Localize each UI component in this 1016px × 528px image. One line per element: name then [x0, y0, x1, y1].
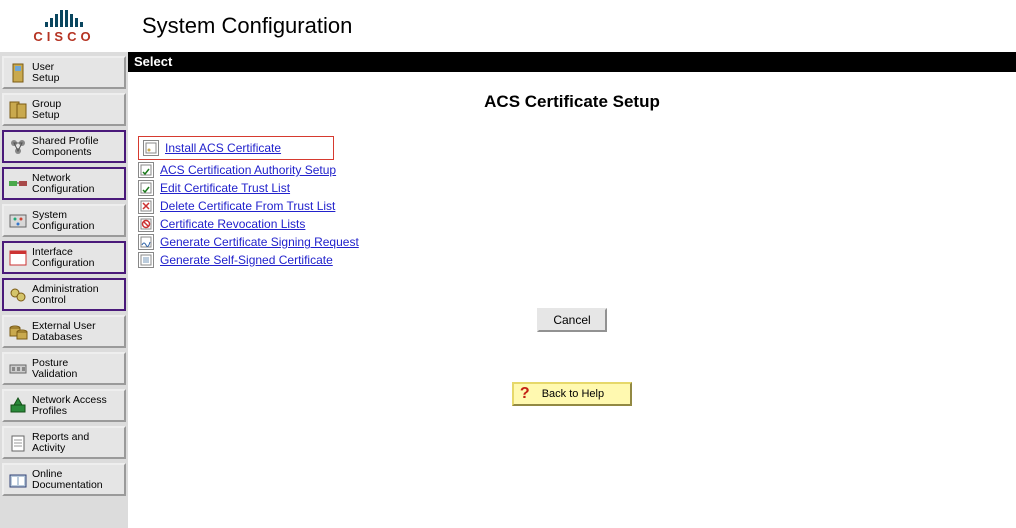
sidebar-item-profiles[interactable]: Network Access Profiles — [2, 389, 126, 422]
sidebar-item-docs[interactable]: Online Documentation — [2, 463, 126, 496]
sidebar-item-label: Interface Configuration — [32, 247, 124, 269]
cert-link[interactable]: Install ACS Certificate — [165, 141, 281, 155]
user-icon — [4, 58, 32, 87]
cert-link-list: Install ACS Certificate ACS Certification… — [138, 136, 1016, 268]
cert-link[interactable]: Delete Certificate From Trust List — [160, 199, 335, 213]
cert-link[interactable]: Generate Certificate Signing Request — [160, 235, 359, 249]
sidebar-item-label: Administration Control — [32, 284, 124, 306]
shared-icon — [4, 132, 32, 161]
sidebar-item-reports[interactable]: Reports and Activity — [2, 426, 126, 459]
cert-link-row: Install ACS Certificate — [138, 136, 334, 160]
self-icon — [138, 252, 154, 268]
select-bar: Select — [128, 52, 1016, 72]
system-icon — [4, 206, 32, 235]
admin-icon — [4, 280, 32, 309]
sidebar-item-user[interactable]: User Setup — [2, 56, 126, 89]
sign-icon — [138, 234, 154, 250]
network-icon — [4, 169, 32, 198]
back-to-help-label: Back to Help — [542, 388, 604, 400]
sidebar-item-admin[interactable]: Administration Control — [2, 278, 126, 311]
cert-link[interactable]: Certificate Revocation Lists — [160, 217, 305, 231]
interface-icon — [4, 243, 32, 272]
sidebar-item-interface[interactable]: Interface Configuration — [2, 241, 126, 274]
cert-link-row: ACS Certification Authority Setup — [138, 162, 1016, 178]
sidebar-item-label: Network Access Profiles — [32, 395, 124, 417]
cert-link-row: Delete Certificate From Trust List — [138, 198, 1016, 214]
posture-icon — [4, 354, 32, 383]
cancel-button[interactable]: Cancel — [537, 308, 606, 332]
revoke-icon — [138, 216, 154, 232]
question-mark-icon: ? — [520, 387, 530, 401]
sidebar-item-db[interactable]: External User Databases — [2, 315, 126, 348]
sidebar-item-label: Online Documentation — [32, 469, 124, 491]
sidebar-item-group[interactable]: Group Setup — [2, 93, 126, 126]
content-area: ACS Certificate Setup Install ACS Certif… — [128, 72, 1016, 528]
sidebar-item-shared[interactable]: Shared Profile Components — [2, 130, 126, 163]
sidebar-item-label: Group Setup — [32, 99, 124, 121]
sidebar-item-label: User Setup — [32, 62, 124, 84]
cert-a-icon — [138, 162, 154, 178]
cert-link-row: Certificate Revocation Lists — [138, 216, 1016, 232]
page-title: System Configuration — [128, 0, 1016, 52]
cert-icon — [143, 140, 159, 156]
cert-link[interactable]: ACS Certification Authority Setup — [160, 163, 336, 177]
cert-link[interactable]: Generate Self-Signed Certificate — [160, 253, 333, 267]
sidebar-item-label: Network Configuration — [32, 173, 124, 195]
cisco-wordmark: CISCO — [33, 29, 94, 44]
profiles-icon — [4, 391, 32, 420]
delete-icon — [138, 198, 154, 214]
reports-icon — [4, 428, 32, 457]
sidebar-item-posture[interactable]: Posture Validation — [2, 352, 126, 385]
cert-link-row: Generate Self-Signed Certificate — [138, 252, 1016, 268]
back-to-help-button[interactable]: ? Back to Help — [512, 382, 632, 406]
cert-link-row: Edit Certificate Trust List — [138, 180, 1016, 196]
sidebar-item-label: Posture Validation — [32, 358, 124, 380]
sidebar-item-label: Reports and Activity — [32, 432, 124, 454]
sidebar-item-label: System Configuration — [32, 210, 124, 232]
group-icon — [4, 95, 32, 124]
sidebar-item-label: Shared Profile Components — [32, 136, 124, 158]
content-title: ACS Certificate Setup — [128, 92, 1016, 112]
sidebar-item-network[interactable]: Network Configuration — [2, 167, 126, 200]
sidebar-item-label: External User Databases — [32, 321, 124, 343]
cisco-logo: CISCO — [0, 0, 128, 52]
cert-link-row: Generate Certificate Signing Request — [138, 234, 1016, 250]
sidebar: User Setup Group Setup Shared Profile Comp… — [0, 52, 128, 528]
db-icon — [4, 317, 32, 346]
sidebar-item-system[interactable]: System Configuration — [2, 204, 126, 237]
docs-icon — [4, 465, 32, 494]
cisco-bars-icon — [45, 9, 83, 27]
edit-icon — [138, 180, 154, 196]
cert-link[interactable]: Edit Certificate Trust List — [160, 181, 290, 195]
